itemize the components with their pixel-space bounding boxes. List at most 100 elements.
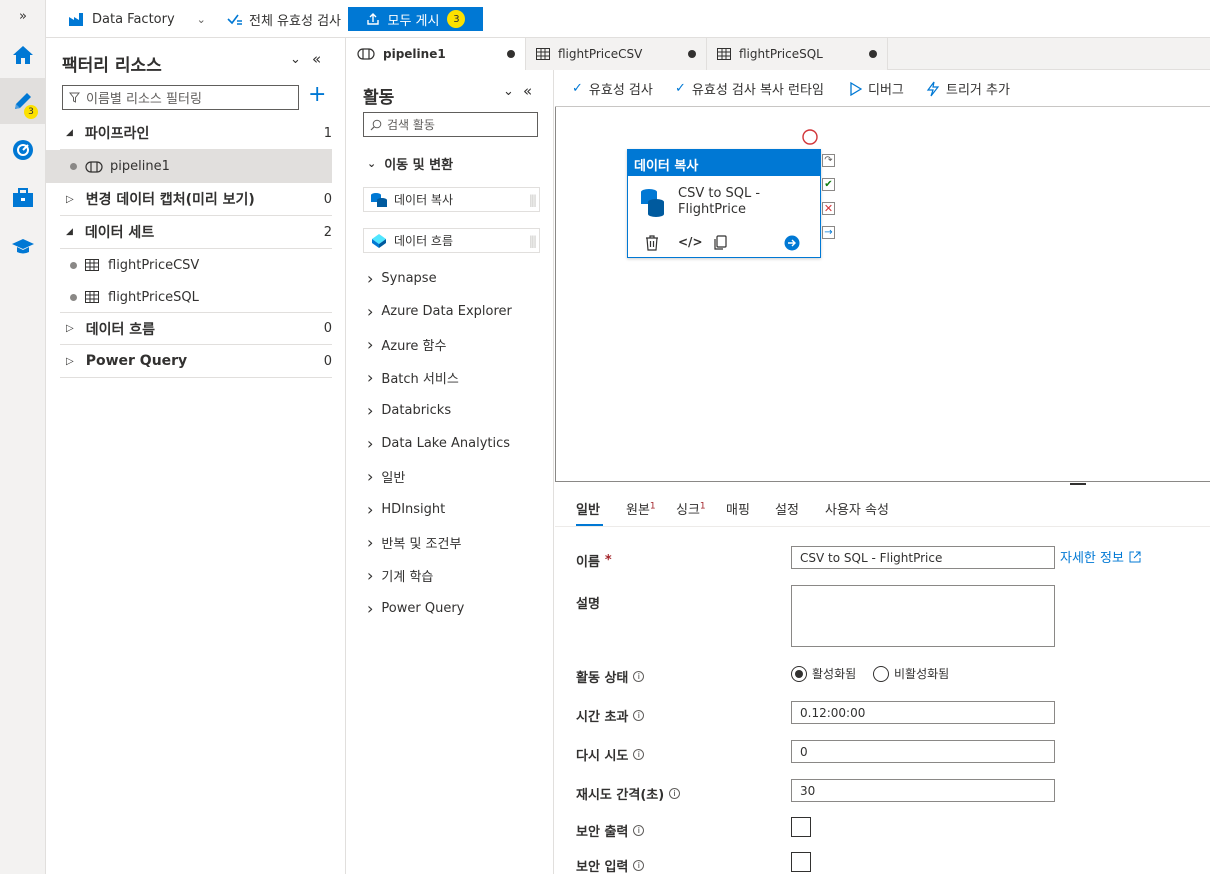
activity-category[interactable]: › Batch 서비스 xyxy=(367,368,459,387)
section-datasets[interactable]: ◢ 데이터 세트 2 xyxy=(60,216,332,249)
properties-tab[interactable]: 매핑 xyxy=(726,499,750,518)
clone-icon[interactable] xyxy=(712,235,728,251)
resource-item-flightpricesql[interactable]: flightPriceSQL xyxy=(60,281,332,313)
copy-data-activity-node[interactable]: 데이터 복사 CSV to SQL - FlightPrice </> xyxy=(627,149,821,258)
activity-category[interactable]: › 일반 xyxy=(367,467,405,486)
secure-output-checkbox[interactable] xyxy=(791,817,811,837)
activity-category[interactable]: › 기계 학습 xyxy=(367,566,433,585)
check-icon: ✓ xyxy=(675,81,686,96)
section-label: 파이프라인 xyxy=(84,126,150,142)
info-icon[interactable]: i xyxy=(633,710,645,721)
activity-category[interactable]: › 반복 및 조건부 xyxy=(367,533,461,552)
chevron-right-icon: › xyxy=(367,500,374,519)
activity-category[interactable]: › Power Query xyxy=(367,599,464,618)
properties-tab[interactable]: 사용자 속성 xyxy=(825,499,889,518)
secure-input-checkbox[interactable] xyxy=(791,852,811,872)
section-label: Power Query xyxy=(85,353,188,369)
info-icon[interactable]: i xyxy=(633,671,645,682)
learning-hat-icon[interactable] xyxy=(0,223,46,269)
section-pipelines[interactable]: ◢ 파이프라인 1 xyxy=(60,117,332,150)
timeout-input[interactable]: 0.12:00:00 xyxy=(791,701,1055,724)
table-icon xyxy=(536,48,550,60)
collapse-panel-icon[interactable]: « xyxy=(312,50,321,68)
category-label: Azure Data Explorer xyxy=(381,304,512,319)
validate-all-button[interactable]: 전체 유효성 검사 xyxy=(227,7,341,31)
success-output-icon[interactable]: ✔ xyxy=(822,178,835,191)
delete-icon[interactable] xyxy=(644,235,660,251)
section-dataflows[interactable]: ▷ 데이터 흐름 0 xyxy=(60,312,332,345)
tab-pipeline1[interactable]: pipeline1 xyxy=(347,38,526,70)
activity-category[interactable]: › Azure 함수 xyxy=(367,335,446,354)
add-trigger-button[interactable]: 트리거 추가 xyxy=(926,79,1010,98)
properties-tab[interactable]: 원본1 xyxy=(626,499,656,518)
retry-interval-input[interactable]: 30 xyxy=(791,779,1055,802)
drag-handle-icon[interactable]: ||| xyxy=(529,193,537,207)
retry-input[interactable]: 0 xyxy=(791,740,1055,763)
section-cdc[interactable]: ▷ 변경 데이터 캡처(미리 보기) 0 xyxy=(60,183,332,216)
drag-handle-icon[interactable]: ||| xyxy=(529,234,537,248)
add-resource-icon[interactable]: + xyxy=(308,84,326,106)
expand-rail-icon[interactable]: » xyxy=(0,0,46,32)
activity-category[interactable]: › HDInsight xyxy=(367,500,445,519)
debug-button[interactable]: 디버그 xyxy=(850,79,904,98)
activity-data-flow[interactable]: 데이터 흐름 ||| xyxy=(363,228,540,253)
activity-category[interactable]: › Data Lake Analytics xyxy=(367,434,510,453)
info-icon[interactable]: i xyxy=(633,860,645,871)
properties-tab[interactable]: 설정 xyxy=(775,499,799,518)
collapse-panel-icon[interactable]: « xyxy=(523,82,532,100)
properties-tab[interactable]: 일반 xyxy=(576,499,600,518)
node-header: 데이터 복사 xyxy=(628,150,820,176)
category-label: Synapse xyxy=(381,271,437,286)
author-badge: 3 xyxy=(24,105,38,119)
collapse-all-icon[interactable]: ⌄ xyxy=(290,52,301,67)
properties-tab-label: 설정 xyxy=(775,503,799,518)
activity-category[interactable]: › Azure Data Explorer xyxy=(367,302,512,321)
validate-button[interactable]: ✓ 유효성 검사 xyxy=(572,79,653,98)
secure-output-label: 보안 출력 i xyxy=(576,821,645,840)
name-input[interactable]: CSV to SQL - FlightPrice xyxy=(791,546,1055,569)
activity-search-input[interactable]: 검색 활동 xyxy=(363,112,538,137)
tab-label: flightPriceCSV xyxy=(558,47,643,61)
radio-inactive[interactable]: 비활성화됨 xyxy=(873,665,949,682)
radio-checked-icon xyxy=(791,665,807,682)
chevron-down-icon: ⌄ xyxy=(196,12,206,26)
code-icon[interactable]: </> xyxy=(678,235,703,249)
properties-tab[interactable]: 싱크1 xyxy=(676,499,706,518)
radio-active[interactable]: 활성화됨 xyxy=(791,665,856,682)
go-arrow-icon[interactable] xyxy=(784,235,800,251)
resource-item-flightpricecsv[interactable]: flightPriceCSV xyxy=(60,249,332,281)
resource-filter-input[interactable]: 이름별 리소스 필터링 xyxy=(62,85,299,110)
factory-selector[interactable]: Data Factory ⌄ xyxy=(68,7,206,31)
resource-item-pipeline1[interactable]: pipeline1 xyxy=(46,150,332,183)
category-move-transform[interactable]: ⌄ 이동 및 변환 xyxy=(367,154,453,173)
validate-runtime-button[interactable]: ✓ 유효성 검사 복사 런타임 xyxy=(675,79,824,98)
resource-label: flightPriceSQL xyxy=(108,289,199,305)
publish-all-button[interactable]: 모두 게시 3 xyxy=(348,7,483,31)
resize-handle[interactable] xyxy=(1070,483,1086,485)
tab-flightpricesql[interactable]: flightPriceSQL xyxy=(707,38,888,70)
tab-flightpricecsv[interactable]: flightPriceCSV xyxy=(526,38,707,70)
manage-toolbox-icon[interactable] xyxy=(0,175,46,221)
author-pencil-icon[interactable]: 3 xyxy=(0,78,46,124)
activity-category[interactable]: › Synapse xyxy=(367,269,437,288)
tab-label: pipeline1 xyxy=(383,47,446,61)
pipeline-canvas[interactable]: 데이터 복사 CSV to SQL - FlightPrice </> ↷ ✔ … xyxy=(555,107,1210,482)
node-name-line1: CSV to SQL - xyxy=(678,186,761,201)
section-powerquery[interactable]: ▷ Power Query 0 xyxy=(60,345,332,378)
collapse-all-icon[interactable]: ⌄ xyxy=(503,84,514,99)
learn-more-link[interactable]: 자세한 정보 xyxy=(1060,547,1141,566)
name-label-text: 이름 xyxy=(576,555,600,570)
description-textarea[interactable] xyxy=(791,585,1055,647)
search-icon xyxy=(370,119,382,130)
home-icon[interactable] xyxy=(0,32,46,78)
skip-output-icon[interactable]: ↷ xyxy=(822,154,835,167)
activity-category[interactable]: › Databricks xyxy=(367,401,451,420)
info-icon[interactable]: i xyxy=(669,788,681,799)
failure-output-icon[interactable]: ✕ xyxy=(822,202,835,215)
info-icon[interactable]: i xyxy=(633,749,645,760)
error-indicator-icon[interactable] xyxy=(801,128,819,146)
completion-output-icon[interactable]: → xyxy=(822,226,835,239)
info-icon[interactable]: i xyxy=(633,825,645,836)
monitor-icon[interactable] xyxy=(0,127,46,173)
activity-copy-data[interactable]: 데이터 복사 ||| xyxy=(363,187,540,212)
